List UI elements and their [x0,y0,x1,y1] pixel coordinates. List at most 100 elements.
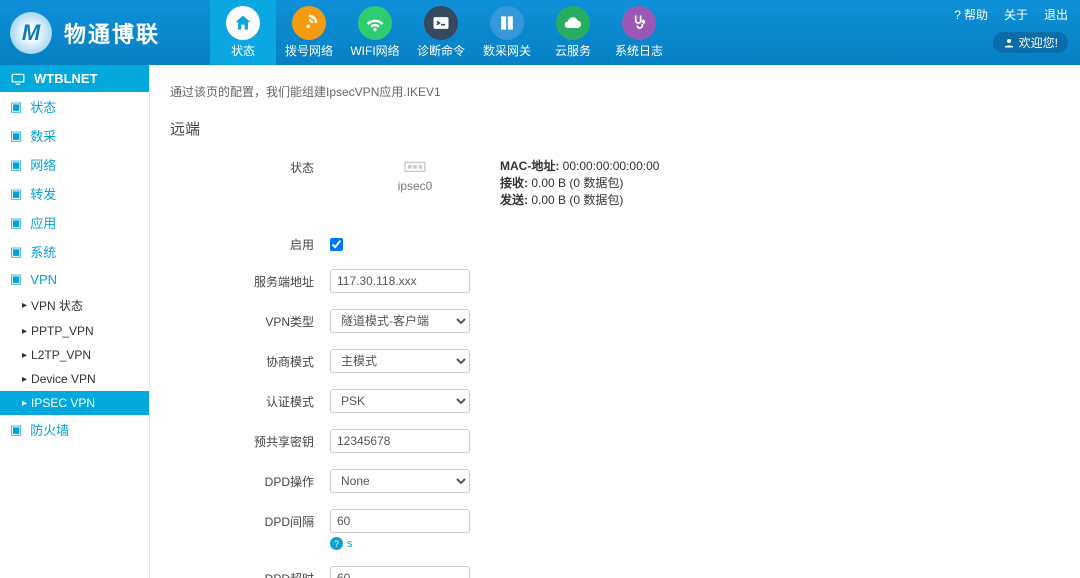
brand-name: 物通博联 [64,17,160,49]
help-icon: ? [954,8,961,22]
interface-stats: MAC-地址: 00:00:00:00:00:00 接收: 0.00 B (0 … [500,157,659,208]
caret-right-icon: ▸ [22,398,27,409]
sidebar-item-data[interactable]: ▣数采 [0,121,149,150]
sidebar-item-status[interactable]: ▣状态 [0,92,149,121]
sidebar-item-vpn[interactable]: ▣VPN [0,266,149,292]
caret-right-icon: ▸ [22,374,27,385]
sidebar-item-forward[interactable]: ▣转发 [0,179,149,208]
signal-icon [292,6,326,40]
dpdaction-select[interactable]: None [330,469,470,493]
rx-label: 接收: [500,176,528,190]
enable-label: 启用 [170,236,330,253]
dpdtimeout-label: DPD超时 [170,570,330,578]
tx-label: 发送: [500,193,528,207]
monitor-icon [10,72,26,86]
nav-diag[interactable]: 诊断命令 [408,0,474,65]
psk-label: 预共享密钥 [170,433,330,450]
nav-status[interactable]: 状态 [210,0,276,65]
user-icon [1003,37,1015,49]
mac-value: 00:00:00:00:00:00 [563,159,660,173]
square-icon: ▣ [10,271,22,287]
welcome-badge[interactable]: 欢迎您! [993,32,1068,53]
sidebar-item-ipsecvpn[interactable]: ▸IPSEC VPN [0,391,149,415]
about-link[interactable]: 关于 [1004,6,1028,23]
content-area: 通过该页的配置，我们能组建IpsecVPN应用.IKEV1 远端 状态 ipse… [150,65,1080,578]
terminal-icon [424,6,458,40]
nav-label: WIFI网络 [350,42,399,59]
nav-label: 诊断命令 [417,42,465,59]
nego-select[interactable]: 主模式 [330,349,470,373]
nav-label: 数采网关 [483,42,531,59]
cloud-icon [556,6,590,40]
square-icon: ▣ [10,99,22,115]
home-icon [226,6,260,40]
square-icon: ▣ [10,422,22,438]
nav-gateway[interactable]: 数采网关 [474,0,540,65]
dpddelay-hint: ?s [330,537,353,550]
vpntype-label: VPN类型 [170,313,330,330]
sidebar-item-network[interactable]: ▣网络 [0,150,149,179]
sidebar-item-vpn-status[interactable]: ▸VPN 状态 [0,292,149,319]
server-icon [490,6,524,40]
auth-select[interactable]: PSK [330,389,470,413]
sidebar-item-devicevpn[interactable]: ▸Device VPN [0,367,149,391]
sidebar-item-pptp[interactable]: ▸PPTP_VPN [0,319,149,343]
tx-value: 0.00 B (0 数据包) [531,193,623,207]
interface-box: ipsec0 [330,157,500,193]
server-label: 服务端地址 [170,273,330,290]
interface-name: ipsec0 [330,179,500,193]
info-icon: ? [330,537,343,550]
square-icon: ▣ [10,157,22,173]
square-icon: ▣ [10,215,22,231]
status-row: 状态 ipsec0 MAC-地址: 00:00:00:00:00:00 接收: … [170,157,1060,208]
sidebar-item-app[interactable]: ▣应用 [0,208,149,237]
square-icon: ▣ [10,128,22,144]
wifi-icon [358,6,392,40]
caret-right-icon: ▸ [22,350,27,361]
row-psk: 预共享密钥 [170,429,1060,453]
logout-link[interactable]: 退出 [1044,6,1068,23]
top-right-links: ?帮助 关于 退出 [954,6,1068,23]
page-description: 通过该页的配置，我们能组建IpsecVPN应用.IKEV1 [170,83,1060,100]
nav-label: 状态 [231,42,255,59]
row-dpdtimeout: DPD超时 ?s [170,566,1060,578]
vpntype-select[interactable]: 隧道模式-客户端 [330,309,470,333]
help-link[interactable]: ?帮助 [954,6,988,23]
sidebar-item-firewall[interactable]: ▣防火墙 [0,415,149,444]
server-input[interactable] [330,269,470,293]
row-vpntype: VPN类型 隧道模式-客户端 [170,309,1060,333]
row-server: 服务端地址 [170,269,1060,293]
mac-label: MAC-地址: [500,159,559,173]
psk-input[interactable] [330,429,470,453]
dpdaction-label: DPD操作 [170,473,330,490]
dpddelay-label: DPD间隔 [170,513,330,530]
top-nav: 状态 拨号网络 WIFI网络 诊断命令 数采网关 [210,0,672,65]
nav-label: 系统日志 [615,42,663,59]
nav-label: 云服务 [555,42,591,59]
row-dpdaction: DPD操作 None [170,469,1060,493]
nav-cloud[interactable]: 云服务 [540,0,606,65]
sidebar-item-system[interactable]: ▣系统 [0,237,149,266]
section-title: 远端 [170,118,1060,139]
auth-label: 认证模式 [170,393,330,410]
status-label: 状态 [170,157,330,176]
brand-logo-icon: M [10,12,52,54]
topbar: M 物通博联 状态 拨号网络 WIFI网络 诊断命令 [0,0,1080,65]
nav-wifi[interactable]: WIFI网络 [342,0,408,65]
rx-value: 0.00 B (0 数据包) [531,176,623,190]
nav-syslog[interactable]: 系统日志 [606,0,672,65]
interface-icon [404,157,426,175]
dpdtimeout-input[interactable] [330,566,470,578]
nav-label: 拨号网络 [285,42,333,59]
dpddelay-input[interactable] [330,509,470,533]
square-icon: ▣ [10,186,22,202]
device-heading: WTBLNET [0,65,149,92]
nav-dial[interactable]: 拨号网络 [276,0,342,65]
caret-right-icon: ▸ [22,300,27,311]
row-enable: 启用 [170,236,1060,253]
row-auth: 认证模式 PSK [170,389,1060,413]
sidebar-item-l2tp[interactable]: ▸L2TP_VPN [0,343,149,367]
brand-logo: M 物通博联 [0,12,160,54]
enable-checkbox[interactable] [330,238,343,251]
nego-label: 协商模式 [170,353,330,370]
